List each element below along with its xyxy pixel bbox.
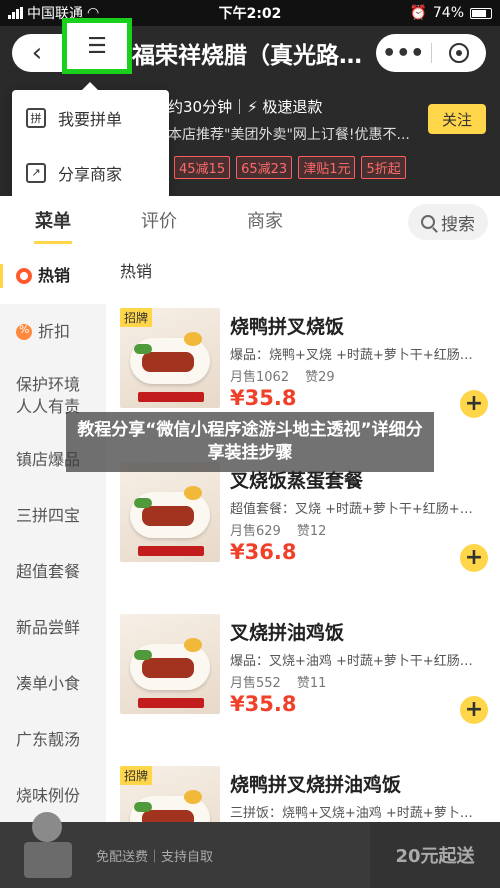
cart-bar: 免配送费｜支持自取 20元起送 [0,812,500,888]
store-tabs: 菜单 评价 商家 搜索 [0,196,500,248]
menu-item-share[interactable]: ↗ 分享商家 [12,145,169,200]
nav-bar: ‹ ☰ 福荣祥烧腊（真光路… ••• [0,18,500,76]
sidebar-item-set-meal[interactable]: 超值套餐 [0,544,106,600]
store-name: 福荣祥烧腊（真光路… [132,43,362,69]
food-price: ¥35.8 [230,386,297,410]
status-time: 下午2:02 [218,6,282,22]
sidebar-item-snacks[interactable]: 凑单小食 [0,656,106,712]
search-label: 搜索 [441,214,475,235]
section-title: 热销 [120,262,153,281]
discount-icon [16,323,32,340]
tab-merchant[interactable]: 商家 [212,196,318,248]
cart-icon[interactable] [18,812,78,888]
food-desc: 爆品：叉烧+油鸡 +时蔬+萝卜干+红肠… [230,654,473,669]
close-mini-program-button[interactable] [431,43,486,63]
food-price: ¥36.8 [230,540,297,564]
battery-icon [470,7,492,19]
delivery-time-info: 约30分钟｜⚡ 极速退款 [168,98,323,116]
signature-badge: 招牌 [120,766,153,785]
tab-reviews[interactable]: 评价 [106,196,212,248]
search-icon [421,215,435,229]
sidebar-item-combo[interactable]: 三拼四宝 [0,488,106,544]
more-button[interactable]: ••• [376,41,431,66]
food-name: 叉烧拼油鸡饭 [230,622,345,644]
store-notice: 本店推荐"美团外卖"网上订餐!优惠不... [168,127,410,143]
hamburger-icon: ☰ [87,33,107,59]
food-item[interactable]: 招牌 烧鸭拼叉烧拼油鸡饭 三拼饭：烧鸭+叉烧+油鸡 +时蔬+萝卜… [106,766,500,822]
food-name: 烧鸭拼叉烧饭 [230,316,345,338]
overlay-banner: 教程分享“微信小程序途游斗地主透视”详细分享装挂步骤 [66,412,434,472]
follow-button[interactable]: 关注 [428,104,486,134]
promo-tag: 65减23 [236,156,293,179]
alarm-icon: ⏰ [409,5,427,21]
promo-tag: 津贴1元 [298,156,356,179]
search-button[interactable]: 搜索 [408,204,488,240]
food-desc: 超值套餐：叉烧 +时蔬+萝卜干+红肠+… [230,502,473,517]
group-order-icon: 拼 [26,107,46,128]
food-name: 烧鸭拼叉烧拼油鸡饭 [230,774,402,796]
back-button[interactable]: ‹ [12,34,62,72]
food-desc: 爆品：烧鸭+叉烧 +时蔬+萝卜干+红肠… [230,348,473,363]
food-image [120,462,220,562]
sidebar-item-hot[interactable]: 热销 [0,248,106,304]
menu-button[interactable]: ☰ [62,18,132,74]
sidebar-item-discount[interactable]: 折扣 [0,304,106,360]
fire-icon [16,268,32,284]
mini-program-capsule: ••• [376,34,486,72]
add-to-cart-button[interactable]: + [460,696,488,724]
promo-tag: 5折起 [361,156,406,179]
food-list: 热销 招牌 烧鸭拼叉烧饭 爆品：烧鸭+叉烧 +时蔬+萝卜干+红肠… 月售1062… [106,248,500,822]
food-image [120,614,220,714]
food-item[interactable]: 叉烧拼油鸡饭 爆品：叉烧+油鸡 +时蔬+萝卜干+红肠… 月售552 赞11 ¥35… [106,614,500,764]
sidebar-item-new[interactable]: 新品尝鲜 [0,600,106,656]
sidebar-item-soup[interactable]: 广东靓汤 [0,712,106,768]
checkout-button[interactable]: 20元起送 [370,822,500,888]
menu-item-label: 我要拼单 [58,109,123,129]
food-sales: 月售1062 赞29 [230,370,335,385]
battery-label: 74% [432,5,464,21]
category-sidebar: 热销 折扣 保护环境 人人有责 镇店爆品 三拼四宝 超值套餐 新品尝鲜 凑单小食… [0,248,106,822]
delivery-fee-info: 免配送费｜支持自取 [96,850,214,865]
share-icon: ↗ [26,162,46,183]
tab-menu[interactable]: 菜单 [0,196,106,248]
add-to-cart-button[interactable]: + [460,390,488,418]
nav-dropdown-menu: 拼 我要拼单 ↗ 分享商家 [12,82,169,200]
target-icon [448,43,469,63]
food-desc: 三拼饭：烧鸭+叉烧+油鸡 +时蔬+萝卜… [230,806,473,821]
food-image: 招牌 [120,308,220,408]
menu-item-label: 分享商家 [58,164,123,184]
food-image: 招牌 [120,766,220,822]
food-price: ¥35.8 [230,692,297,716]
food-sales: 月售629 赞12 [230,524,327,539]
signature-badge: 招牌 [120,308,153,327]
menu-item-group-order[interactable]: 拼 我要拼单 [12,90,169,145]
signal-icon [8,7,23,19]
add-to-cart-button[interactable]: + [460,544,488,572]
promo-tags: 45减15 65减23 津贴1元 5折起 [174,156,406,179]
food-item[interactable]: 叉烧饭蒸蛋套餐 超值套餐：叉烧 +时蔬+萝卜干+红肠+… 月售629 赞12 ¥3… [106,462,500,612]
food-sales: 月售552 赞11 [230,676,327,691]
promo-tag: 45减15 [174,156,231,179]
